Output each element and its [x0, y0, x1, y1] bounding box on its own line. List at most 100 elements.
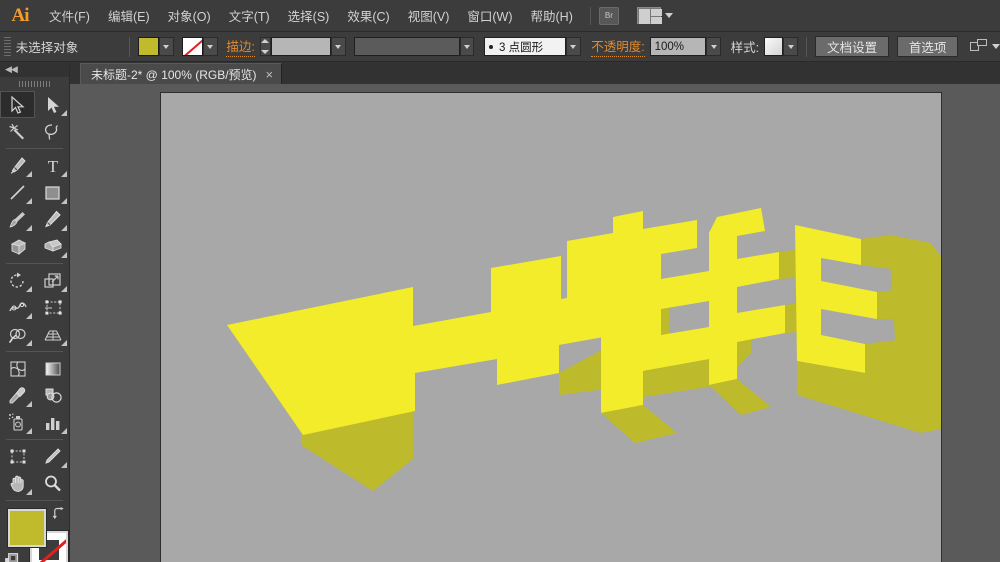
selection-tool[interactable] — [0, 91, 35, 118]
artboard-tool[interactable] — [0, 443, 35, 470]
free-transform-tool[interactable] — [35, 294, 70, 321]
document-tab-title: 未标题-2* @ 100% (RGB/预览) — [91, 67, 257, 82]
symbol-sprayer-tool[interactable] — [0, 409, 35, 436]
magic-wand-tool[interactable] — [0, 118, 35, 145]
pencil-tool[interactable] — [35, 206, 70, 233]
fill-color-box[interactable] — [8, 509, 46, 547]
symbol-sprayer-icon — [8, 413, 23, 431]
toolbox-divider-4 — [6, 439, 63, 440]
scale-tool[interactable] — [35, 267, 70, 294]
stroke-profile-dropdown-arrow[interactable] — [459, 37, 475, 56]
menu-file[interactable]: 文件(F) — [40, 0, 99, 32]
toolbox-tools-transform — [0, 267, 69, 348]
stroke-swatch[interactable] — [181, 37, 204, 56]
menu-effect[interactable]: 效果(C) — [338, 0, 398, 32]
zoom-tool[interactable] — [35, 470, 70, 497]
type-tool[interactable]: T — [35, 152, 70, 179]
pencil-icon — [45, 210, 61, 228]
menu-select[interactable]: 选择(S) — [279, 0, 339, 32]
eyedropper-icon — [9, 387, 26, 404]
stroke-weight-dropdown-arrow[interactable] — [331, 37, 346, 56]
paintbrush-tool[interactable] — [0, 206, 35, 233]
pen-tool[interactable] — [0, 152, 35, 179]
gradient-icon — [45, 362, 60, 375]
free-transform-icon — [44, 299, 62, 315]
hand-tool[interactable] — [0, 470, 35, 497]
graphic-style-swatch[interactable] — [763, 37, 784, 56]
stroke-profile-select[interactable] — [354, 37, 460, 56]
shape-builder-icon — [8, 328, 26, 343]
eyedropper-tool[interactable] — [0, 382, 35, 409]
document-tab[interactable]: 未标题-2* @ 100% (RGB/预览) × — [80, 63, 283, 84]
opacity-label[interactable]: 不透明度: — [591, 36, 645, 57]
blob-brush-icon — [10, 238, 26, 255]
menu-window[interactable]: 窗口(W) — [458, 0, 521, 32]
artboard-canvas[interactable] — [160, 92, 942, 562]
swap-fill-stroke-icon[interactable] — [52, 507, 65, 520]
perspective-grid-icon — [44, 330, 61, 340]
rotate-tool[interactable] — [0, 267, 35, 294]
width-tool[interactable] — [0, 294, 35, 321]
stroke-weight-input[interactable] — [270, 37, 332, 56]
style-dropdown-arrow[interactable] — [783, 37, 799, 56]
toolbox-tools-draw: T — [0, 152, 69, 260]
illustrator-window: Ai 文件(F) 编辑(E) 对象(O) 文字(T) 选择(S) 效果(C) 视… — [0, 0, 1000, 562]
mesh-tool[interactable] — [0, 355, 35, 382]
bridge-icon[interactable]: Br — [598, 6, 619, 25]
default-fill-stroke-icon[interactable] — [4, 553, 19, 562]
control-bar: 未选择对象 描边: 3 点圆形 不透明度: 100% 样式: 文档设置 首选项 — [0, 32, 1000, 62]
perspective-grid-tool[interactable] — [35, 321, 70, 348]
paintbrush-icon — [9, 212, 25, 228]
control-bar-grip[interactable] — [4, 36, 11, 57]
menu-bar: Ai 文件(F) 编辑(E) 对象(O) 文字(T) 选择(S) 效果(C) 视… — [0, 0, 1000, 32]
stroke-dropdown-arrow[interactable] — [203, 37, 218, 56]
arrange-documents-button[interactable] — [636, 7, 673, 24]
opacity-input[interactable]: 100% — [649, 37, 707, 56]
slice-knife-icon — [45, 448, 61, 464]
eraser-tool[interactable] — [35, 233, 70, 260]
slice-tool[interactable] — [35, 443, 70, 470]
control-bar-overflow-button[interactable] — [970, 39, 1000, 54]
lasso-tool[interactable] — [35, 118, 70, 145]
type-T-icon: T — [47, 157, 58, 175]
menu-type[interactable]: 文字(T) — [220, 0, 279, 32]
column-graph-tool[interactable] — [35, 409, 70, 436]
fill-swatch[interactable] — [137, 37, 160, 56]
line-segment-tool[interactable] — [0, 179, 35, 206]
menu-edit[interactable]: 编辑(E) — [99, 0, 159, 32]
shape-builder-tool[interactable] — [0, 321, 35, 348]
toolbox-divider-1 — [6, 148, 63, 149]
close-icon[interactable]: × — [266, 68, 274, 81]
artwork-traced[interactable] — [161, 93, 942, 562]
menu-divider — [589, 6, 591, 25]
fill-stroke-controls — [0, 505, 69, 562]
rectangle-tool[interactable] — [35, 179, 70, 206]
toolbox-collapse-button[interactable]: ◀◀ — [0, 62, 69, 77]
document-setup-button[interactable]: 文档设置 — [815, 36, 890, 57]
document-workspace[interactable] — [70, 84, 1000, 562]
selection-arrow-icon — [10, 95, 25, 114]
toolbox-divider-2 — [6, 263, 63, 264]
toolbox-drag-grip[interactable] — [0, 77, 69, 91]
svg-text:T: T — [47, 157, 58, 175]
blend-tool[interactable] — [35, 382, 70, 409]
preferences-button[interactable]: 首选项 — [896, 36, 959, 57]
blob-brush-tool[interactable] — [0, 233, 35, 260]
fill-dropdown-arrow[interactable] — [159, 37, 174, 56]
stroke-weight-label[interactable]: 描边: — [226, 36, 255, 57]
stroke-weight-stepper[interactable] — [259, 37, 271, 56]
chevron-down-icon-2 — [992, 44, 1000, 49]
rectangle-icon — [45, 185, 60, 200]
menu-object[interactable]: 对象(O) — [159, 0, 220, 32]
app-logo: Ai — [11, 4, 30, 26]
brush-dot-icon — [489, 44, 494, 49]
direct-selection-tool[interactable] — [35, 91, 70, 118]
menu-view[interactable]: 视图(V) — [399, 0, 459, 32]
width-tool-icon — [8, 301, 27, 311]
menu-help[interactable]: 帮助(H) — [522, 0, 582, 32]
brush-definition-select[interactable]: 3 点圆形 — [484, 37, 566, 56]
gradient-tool[interactable] — [35, 355, 70, 382]
brush-definition-dropdown-arrow[interactable] — [565, 37, 581, 56]
opacity-dropdown-arrow[interactable] — [706, 37, 721, 56]
style-label: 样式: — [730, 41, 760, 55]
